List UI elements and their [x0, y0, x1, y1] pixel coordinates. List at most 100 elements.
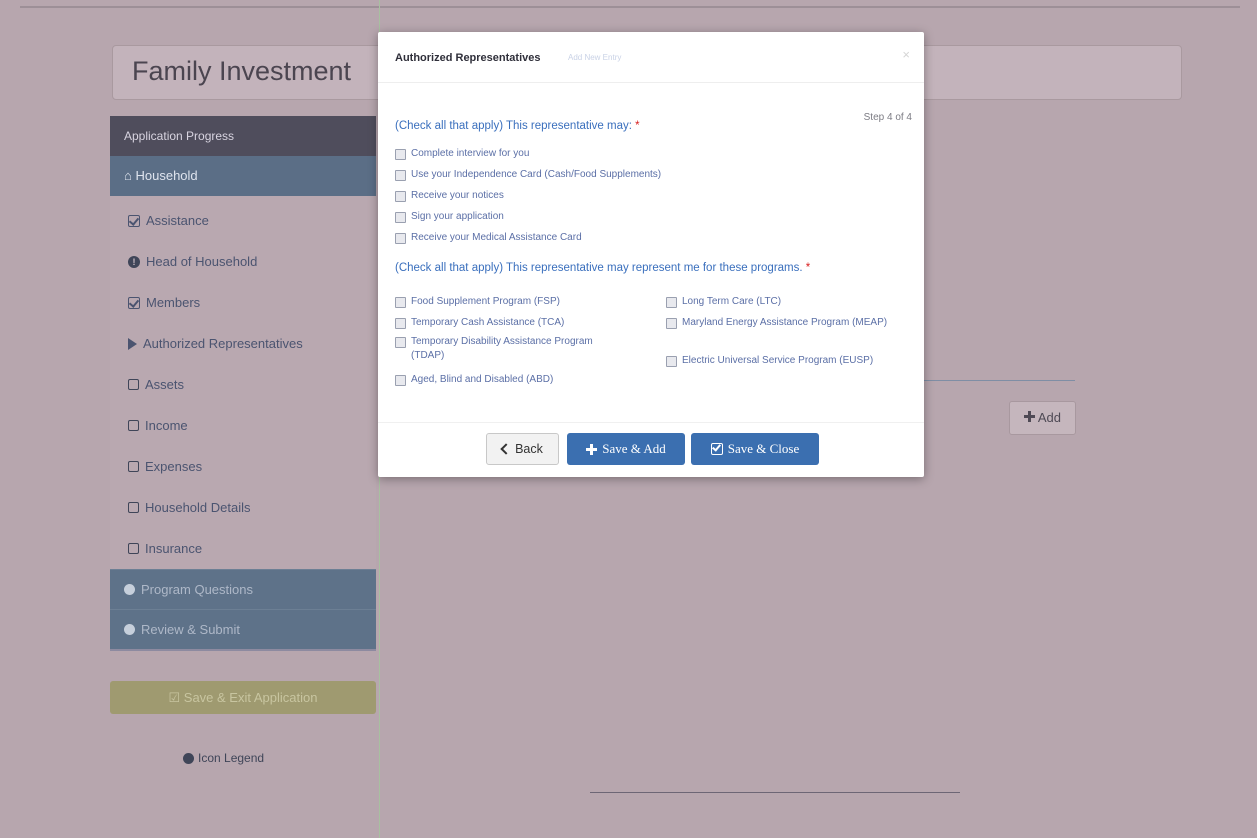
question-programs-label: (Check all that apply) This representati… [395, 262, 810, 274]
sidebar-item-income[interactable]: Income [110, 405, 376, 446]
background-divider [590, 792, 960, 793]
option-sign-application[interactable]: Sign your application [395, 210, 504, 224]
checkbox[interactable] [395, 212, 406, 223]
check-square-icon [128, 214, 140, 227]
sidebar-item-label: Insurance [145, 541, 203, 556]
sidebar-item-head-of-household[interactable]: ! Head of Household [110, 241, 376, 282]
close-icon[interactable]: × [902, 47, 910, 62]
option-label: Use your Independence Card (Cash/Food Su… [411, 169, 662, 180]
plus-icon [586, 443, 598, 455]
option-meap[interactable]: Maryland Energy Assistance Program (MEAP… [666, 316, 906, 330]
option-abd[interactable]: Aged, Blind and Disabled (ABD) [395, 373, 635, 387]
modal-header: Authorized Representatives Add New Entry… [378, 32, 924, 83]
sidebar-item-label: Authorized Representatives [143, 336, 303, 351]
option-label: Sign your application [411, 211, 504, 222]
sidebar-item-label: Program Questions [141, 581, 253, 597]
save-and-close-button[interactable]: Save & Close [691, 433, 819, 465]
option-receive-medical-card[interactable]: Receive your Medical Assistance Card [395, 231, 582, 245]
check-square-icon [710, 443, 723, 455]
empty-square-icon [128, 379, 139, 390]
sidebar-item-review-submit[interactable]: Review & Submit [110, 609, 376, 649]
sidebar-item-members[interactable]: Members [110, 282, 376, 323]
option-use-independence-card[interactable]: Use your Independence Card (Cash/Food Su… [395, 168, 661, 182]
checkbox[interactable] [395, 233, 406, 244]
option-label: Receive your notices [411, 190, 504, 201]
checkbox[interactable] [395, 149, 406, 160]
app-title: Family Investment [132, 56, 352, 86]
sidebar-item-program-questions[interactable]: Program Questions [110, 569, 376, 609]
option-receive-notices[interactable]: Receive your notices [395, 189, 504, 203]
option-label: Electric Universal Service Program (EUSP… [682, 355, 874, 366]
add-representative-button[interactable]: Add [1009, 401, 1076, 435]
back-label: Back [515, 442, 543, 456]
option-tca[interactable]: Temporary Cash Assistance (TCA) [395, 316, 635, 330]
option-label: Maryland Energy Assistance Program (MEAP… [682, 317, 888, 328]
sidebar-item-label: Income [145, 418, 188, 433]
question-may-label: (Check all that apply) This representati… [395, 120, 640, 132]
checkbox[interactable] [395, 191, 406, 202]
required-marker: * [635, 120, 640, 132]
sidebar-item-label: Head of Household [146, 254, 258, 269]
save-exit-label: Save & Exit Application [183, 690, 318, 705]
question-circle-icon [124, 584, 135, 595]
modal-title: Authorized Representatives [395, 52, 541, 64]
check-circle-icon [124, 624, 135, 635]
save-exit-application-button[interactable]: ☑ Save & Exit Application [110, 681, 376, 714]
checkbox[interactable] [666, 318, 677, 329]
chevron-left-icon [500, 443, 512, 455]
option-label: Receive your Medical Assistance Card [411, 232, 582, 243]
sidebar-item-assets[interactable]: Assets [110, 364, 376, 405]
question-text: (Check all that apply) This representati… [395, 262, 803, 274]
exclamation-circle-icon: ! [128, 255, 140, 268]
modal-subtitle: Add New Entry [568, 53, 622, 62]
empty-square-icon [128, 502, 139, 513]
info-circle-icon [183, 752, 194, 764]
checkbox[interactable] [666, 297, 677, 308]
sidebar-item-insurance[interactable]: Insurance [110, 528, 376, 569]
checkbox[interactable] [395, 297, 406, 308]
option-label: Temporary Cash Assistance (TCA) [411, 317, 565, 328]
sidebar-item-label: Household [135, 168, 198, 183]
icon-legend-link[interactable]: Icon Legend [183, 751, 264, 765]
sidebar-item-household[interactable]: ⌂ Household [110, 156, 376, 196]
step-indicator: Step 4 of 4 [863, 112, 912, 123]
application-progress-sidebar: Application Progress ⌂ Household Assista… [110, 116, 376, 651]
option-fsp[interactable]: Food Supplement Program (FSP) [395, 295, 635, 309]
sidebar-item-label: Household Details [145, 500, 251, 515]
sidebar-item-expenses[interactable]: Expenses [110, 446, 376, 487]
option-label: Aged, Blind and Disabled (ABD) [411, 374, 554, 385]
checkbox[interactable] [666, 356, 677, 367]
empty-square-icon [128, 420, 139, 431]
sidebar-item-assistance[interactable]: Assistance [110, 200, 376, 241]
option-ltc[interactable]: Long Term Care (LTC) [666, 295, 906, 309]
checkbox[interactable] [395, 318, 406, 329]
sidebar-item-label: Assets [145, 377, 185, 392]
checkbox[interactable] [395, 170, 406, 181]
option-eusp[interactable]: Electric Universal Service Program (EUSP… [666, 354, 906, 368]
save-and-add-button[interactable]: Save & Add [567, 433, 685, 465]
question-text: (Check all that apply) This representati… [395, 120, 632, 132]
progress-header: Application Progress [110, 116, 376, 156]
check-square-icon: ☑ [168, 690, 181, 705]
option-label: Temporary Disability Assistance Program … [411, 336, 593, 361]
sidebar-item-household-details[interactable]: Household Details [110, 487, 376, 528]
household-sub-list: Assistance ! Head of Household Members A… [110, 196, 376, 569]
sidebar-item-authorized-representatives[interactable]: Authorized Representatives [110, 323, 376, 364]
option-complete-interview[interactable]: Complete interview for you [395, 147, 529, 161]
add-label: Add [1037, 410, 1062, 425]
authorized-representatives-modal: Authorized Representatives Add New Entry… [378, 32, 924, 477]
plus-icon [1023, 411, 1035, 422]
modal-footer-divider [378, 422, 924, 423]
option-tdap[interactable]: Temporary Disability Assistance Program … [395, 335, 595, 363]
empty-square-icon [128, 461, 139, 472]
save-close-label: Save & Close [727, 441, 800, 456]
top-divider [20, 6, 1240, 8]
empty-square-icon [128, 543, 139, 554]
sidebar-item-label: Members [146, 295, 201, 310]
sidebar-item-label: Assistance [146, 213, 209, 228]
option-label: Complete interview for you [411, 148, 530, 159]
back-button[interactable]: Back [486, 433, 559, 465]
required-marker: * [805, 262, 811, 274]
checkbox[interactable] [395, 375, 406, 386]
checkbox[interactable] [395, 337, 406, 348]
